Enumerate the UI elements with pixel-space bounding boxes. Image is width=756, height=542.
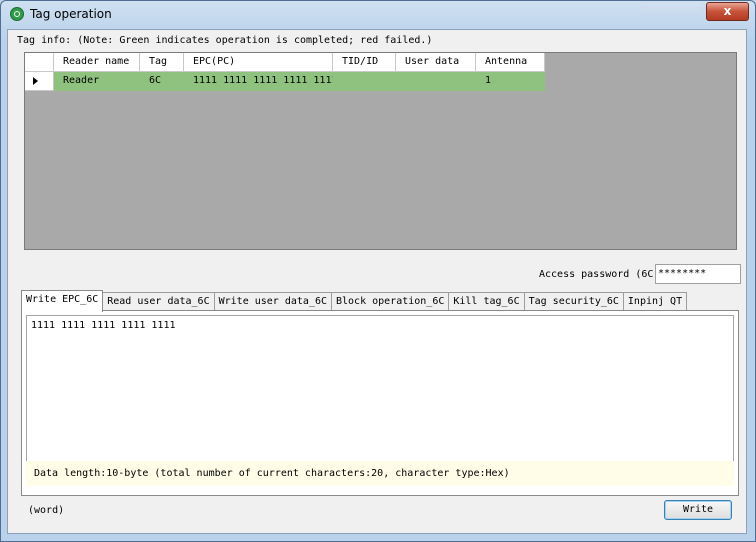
tab-read-user-data[interactable]: Read user data_6C bbox=[102, 292, 215, 311]
cell-reader-name[interactable]: Reader bbox=[54, 72, 140, 91]
cell-epc[interactable]: 1111 1111 1111 1111 1111 bbox=[184, 72, 338, 91]
current-row-arrow-icon bbox=[33, 77, 38, 85]
tab-kill-tag[interactable]: Kill tag_6C bbox=[448, 292, 525, 311]
operation-tabs: Write EPC_6C Read user data_6C Write use… bbox=[21, 290, 688, 312]
cell-antenna[interactable]: 1 bbox=[476, 72, 545, 91]
access-password-input[interactable]: ******** bbox=[655, 264, 741, 284]
column-header-antenna[interactable]: Antenna bbox=[476, 53, 545, 72]
tag-info-note: Tag info: (Note: Green indicates operati… bbox=[17, 35, 433, 46]
access-password-label: Access password (6C) bbox=[539, 269, 660, 280]
table-row[interactable]: Reader 6C 1111 1111 1111 1111 1111 1 bbox=[25, 72, 545, 91]
row-selector[interactable] bbox=[25, 72, 54, 91]
cell-tid[interactable] bbox=[333, 72, 396, 91]
tab-block-operation[interactable]: Block operation_6C bbox=[330, 292, 450, 311]
column-header-tag[interactable]: Tag bbox=[140, 53, 184, 72]
title-bar[interactable]: Tag operation x bbox=[1, 1, 755, 29]
word-unit-label: (word) bbox=[28, 505, 65, 516]
cell-tag[interactable]: 6C bbox=[140, 72, 184, 91]
grid-corner bbox=[25, 53, 54, 72]
tab-tag-security[interactable]: Tag security_6C bbox=[523, 292, 624, 311]
column-header-tid[interactable]: TID/ID bbox=[333, 53, 396, 72]
title-bar-controls bbox=[641, 3, 701, 17]
app-icon bbox=[10, 7, 24, 21]
tab-inpinj-qt[interactable]: Inpinj QT bbox=[622, 292, 688, 311]
cell-user-data[interactable] bbox=[396, 72, 476, 91]
tab-write-user-data[interactable]: Write user data_6C bbox=[213, 292, 332, 311]
data-length-status: Data length:10-byte (total number of cur… bbox=[26, 461, 734, 486]
window-title: Tag operation bbox=[30, 7, 112, 21]
write-button[interactable]: Write bbox=[664, 500, 732, 520]
tag-info-grid[interactable]: Reader name Tag EPC(PC) TID/ID User data… bbox=[24, 52, 737, 250]
column-header-user-data[interactable]: User data bbox=[396, 53, 476, 72]
close-button[interactable]: x bbox=[706, 2, 749, 21]
column-header-epc[interactable]: EPC(PC) bbox=[184, 53, 333, 72]
write-epc-panel: 1111 1111 1111 1111 1111 Data length:10-… bbox=[21, 310, 739, 496]
epc-data-textarea[interactable]: 1111 1111 1111 1111 1111 bbox=[26, 315, 734, 466]
column-header-reader-name[interactable]: Reader name bbox=[54, 53, 140, 72]
grid-header: Reader name Tag EPC(PC) TID/ID User data… bbox=[25, 53, 545, 72]
tab-write-epc[interactable]: Write EPC_6C bbox=[21, 290, 104, 312]
